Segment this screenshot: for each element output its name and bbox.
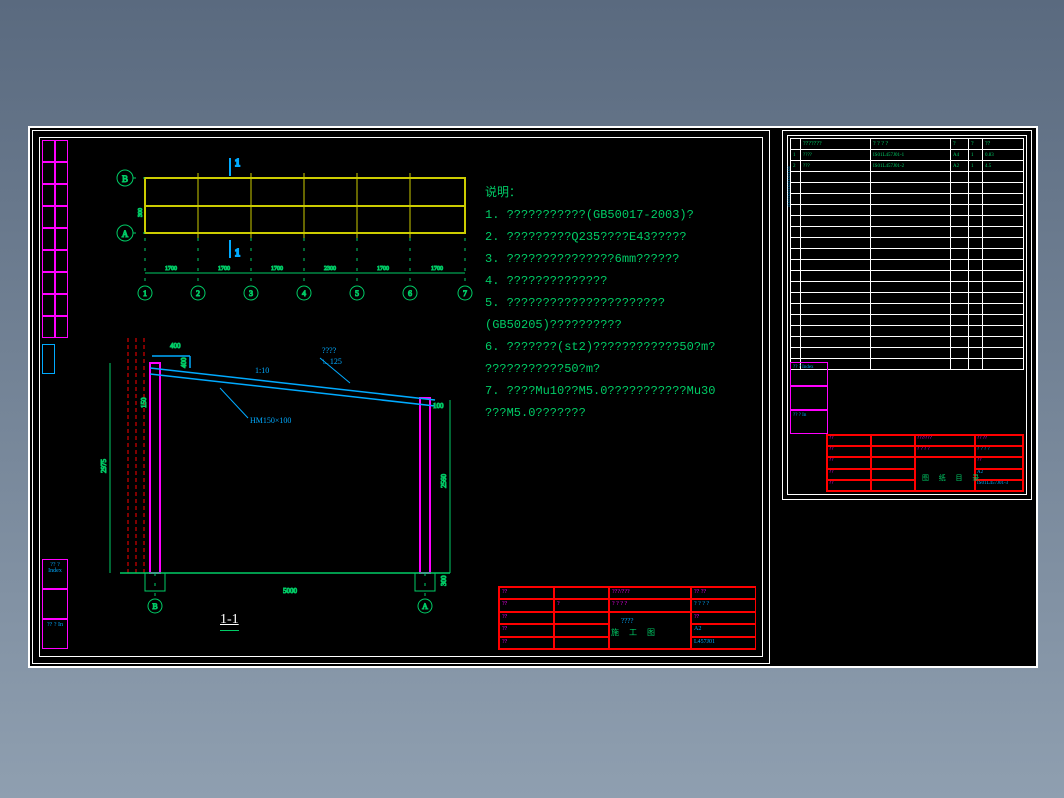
revision-strip bbox=[42, 140, 68, 400]
main-border: ?? ? Index ?? ? In 1 1 bbox=[39, 137, 763, 657]
notes-title: 说明： bbox=[485, 182, 715, 204]
section-label: 1-1 bbox=[220, 612, 239, 631]
svg-text:100: 100 bbox=[433, 402, 444, 410]
section-view: B A 400 400 150 2975 2560 300 100 5000 bbox=[90, 338, 480, 618]
svg-text:∟125: ∟125 bbox=[322, 357, 342, 366]
title-block: ?????/????? ?? ???? ? ? ?? ? ? ? ???? ??… bbox=[498, 586, 756, 650]
svg-text:????: ???? bbox=[322, 346, 337, 355]
svg-text:A: A bbox=[422, 602, 428, 611]
plan-view: 1 1 B A 1 2 3 4 5 6 7 bbox=[85, 148, 485, 318]
svg-text:5000: 5000 bbox=[283, 587, 298, 595]
note-line: 7. ????Mu10??M5.0???????????Mu30 bbox=[485, 380, 715, 402]
footer-cell bbox=[42, 589, 68, 619]
svg-text:1:10: 1:10 bbox=[255, 366, 269, 375]
note-line: 1. ???????????(GB50017-2003)? bbox=[485, 204, 715, 226]
note-line: (GB50205)?????????? bbox=[485, 314, 715, 336]
svg-text:1700: 1700 bbox=[377, 266, 389, 272]
left-footer-strip: ?? ? Index ?? ? In bbox=[42, 559, 68, 654]
svg-text:B: B bbox=[122, 174, 128, 184]
svg-text:1700: 1700 bbox=[218, 266, 230, 272]
title-main: 施 工 图 bbox=[611, 627, 659, 638]
note-line: 4. ?????????????? bbox=[485, 270, 715, 292]
svg-text:2300: 2300 bbox=[324, 266, 336, 272]
footer-cell: ?? ? In bbox=[42, 619, 68, 649]
svg-text:7: 7 bbox=[463, 289, 467, 298]
note-line: 6. ???????(st2)????????????50?m? bbox=[485, 336, 715, 358]
svg-text:1700: 1700 bbox=[165, 266, 177, 272]
svg-text:300: 300 bbox=[440, 575, 448, 586]
footer-cell: ?? ? Index bbox=[42, 559, 68, 589]
side-left-strip: ?? ? Index ?? ? In bbox=[790, 362, 828, 492]
svg-text:150: 150 bbox=[140, 397, 148, 408]
svg-text:5: 5 bbox=[355, 289, 359, 298]
note-line: ???????????50?m? bbox=[485, 358, 715, 380]
svg-text:1: 1 bbox=[143, 289, 147, 298]
title-sub: ???? bbox=[621, 617, 633, 625]
side-title-main: 图 纸 目 录 bbox=[922, 473, 983, 483]
drawing-index-table: ??????? ? ? ? ? ? ? ?? 1????IS01L457J01-… bbox=[790, 138, 1024, 370]
svg-text:3: 3 bbox=[249, 289, 253, 298]
svg-text:400: 400 bbox=[170, 342, 181, 350]
svg-text:400: 400 bbox=[180, 357, 188, 368]
svg-text:B: B bbox=[152, 602, 157, 611]
svg-text:A: A bbox=[122, 229, 129, 239]
svg-text:2975: 2975 bbox=[100, 459, 108, 474]
note-line: 2. ?????????Q235????E43????? bbox=[485, 226, 715, 248]
note-line: 3. ???????????????6mm?????? bbox=[485, 248, 715, 270]
svg-text:300: 300 bbox=[138, 208, 144, 217]
svg-text:HM150×100: HM150×100 bbox=[250, 416, 291, 425]
notes-block: 说明： 1. ???????????(GB50017-2003)? 2. ???… bbox=[485, 182, 715, 424]
svg-text:2: 2 bbox=[196, 289, 200, 298]
drawing-frame: ?? ? Index ?? ? In 1 1 bbox=[28, 126, 1038, 668]
side-sheet: ??????????????????????? ??????? ? ? ? ? … bbox=[782, 130, 1032, 500]
svg-text:1700: 1700 bbox=[271, 266, 283, 272]
svg-text:1700: 1700 bbox=[431, 266, 443, 272]
main-sheet: ?? ? Index ?? ? In 1 1 bbox=[32, 130, 770, 664]
svg-text:6: 6 bbox=[408, 289, 412, 298]
svg-text:4: 4 bbox=[302, 289, 306, 298]
svg-text:1: 1 bbox=[235, 158, 240, 169]
note-line: ???M5.0??????? bbox=[485, 402, 715, 424]
svg-text:1: 1 bbox=[235, 248, 240, 259]
svg-text:2560: 2560 bbox=[440, 474, 448, 489]
note-line: 5. ?????????????????????? bbox=[485, 292, 715, 314]
side-title-block: ?????/????? ?? ??? ? ? ?? ? ? ? ???? ??A… bbox=[826, 434, 1024, 492]
